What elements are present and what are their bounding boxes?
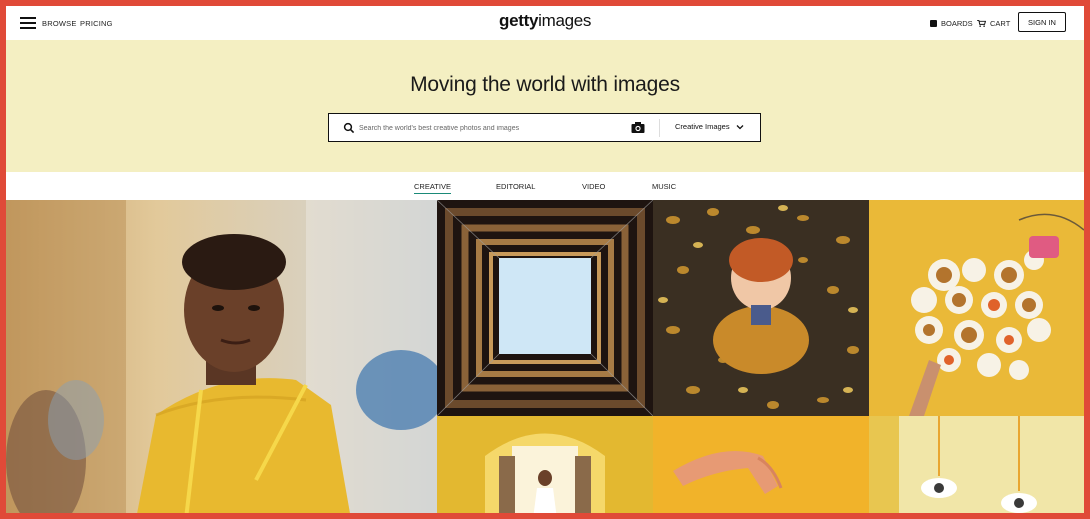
logo-regular: images (538, 11, 592, 30)
tab-video[interactable]: VIDEO (582, 182, 605, 193)
hero-banner: Moving the world with images Creative Im… (6, 40, 1084, 172)
boards-link[interactable]: BOARDS (930, 19, 973, 28)
boards-label: BOARDS (941, 19, 973, 28)
gallery-image-hands[interactable] (653, 416, 869, 519)
app-frame: BROWSE PRICING gettyimages BOARDS CART S… (0, 0, 1090, 519)
search-type-select[interactable]: Creative Images (675, 122, 744, 131)
image-gallery (6, 200, 1084, 519)
pricing-link[interactable]: PRICING (80, 19, 113, 28)
chevron-down-icon (736, 124, 744, 129)
gallery-image-architecture[interactable] (437, 200, 653, 416)
tab-creative[interactable]: CREATIVE (414, 182, 451, 194)
top-header: BROWSE PRICING gettyimages BOARDS CART S… (6, 6, 1084, 40)
search-type-label: Creative Images (675, 122, 730, 131)
camera-icon[interactable] (631, 121, 645, 134)
content-tabs: CREATIVE EDITORIAL VIDEO MUSIC (6, 172, 1084, 200)
gallery-image-lamps[interactable] (869, 416, 1084, 519)
browse-link[interactable]: BROWSE (42, 19, 77, 28)
search-input[interactable] (359, 119, 624, 137)
sign-in-button[interactable]: SIGN IN (1018, 12, 1066, 32)
gallery-image-doorway[interactable] (437, 416, 653, 519)
search-divider (659, 119, 660, 137)
tab-editorial[interactable]: EDITORIAL (496, 182, 535, 193)
gallery-image-boy-leaves[interactable] (653, 200, 869, 416)
search-bar: Creative Images (328, 113, 761, 142)
hero-headline: Moving the world with images (410, 73, 680, 96)
cart-icon (977, 20, 986, 27)
gallery-image-food-flatlay[interactable] (869, 200, 1084, 416)
gallery-image-woman-portrait[interactable] (6, 200, 437, 519)
tab-music[interactable]: MUSIC (652, 182, 676, 193)
logo-bold: getty (499, 11, 539, 30)
boards-icon (930, 20, 937, 27)
cart-label: CART (990, 19, 1011, 28)
search-icon[interactable] (343, 122, 355, 134)
menu-icon[interactable] (20, 17, 36, 29)
getty-images-logo[interactable]: gettyimages (499, 11, 591, 31)
cart-link[interactable]: CART (977, 19, 1010, 28)
